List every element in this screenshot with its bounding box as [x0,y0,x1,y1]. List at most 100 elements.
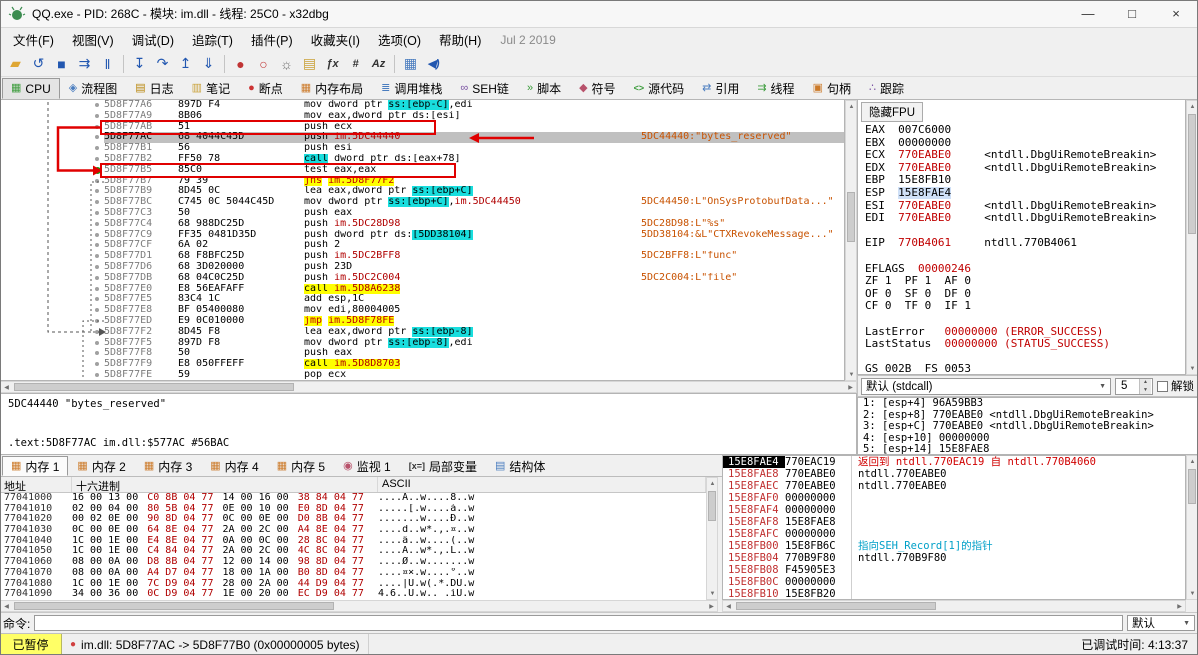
row-marker-icon[interactable] [95,189,99,194]
memory-map-icon[interactable]: ▦ [399,53,422,75]
disasm-row[interactable]: 5D8F77FE 59 pop ecx [1,369,844,380]
row-marker-icon[interactable] [95,221,99,226]
breakpoint-icon[interactable] [94,166,101,174]
row-marker-icon[interactable] [95,135,99,140]
row-marker-icon[interactable] [95,362,99,367]
tab-log[interactable]: ▤ 日志 [126,78,182,99]
tab-graph[interactable]: ◈ 流程图 [60,78,126,99]
command-syntax-select[interactable]: 默认 ▼ [1127,615,1195,631]
disasm-scrollbar-vertical[interactable]: ▲ ▼ [845,100,857,381]
row-marker-icon[interactable] [95,351,99,356]
stack-row[interactable]: 15E8FB08 F45905E3 [723,564,1185,576]
trace-into-icon[interactable]: ● [229,53,252,75]
tab-breakpoints[interactable]: ● 断点 [239,78,292,99]
row-marker-icon[interactable] [95,308,99,313]
disasm-row[interactable]: 5D8F77F2 8D45 F8 lea eax,dword ptr ss:[ebp… [1,326,844,338]
tab-locals[interactable]: [x=] 局部变量 [400,456,486,476]
argument-row[interactable]: 3: [esp+C] 770EABE0 <ntdll.DbgUiRemoteBr… [858,420,1197,433]
register-flags-1[interactable]: ZF 1 PF 1 AF 0 [858,275,1185,288]
scroll-thumb[interactable] [736,602,936,610]
dump-scrollbar-horizontal[interactable]: ◀ ▶ [0,600,718,612]
row-marker-icon[interactable] [95,264,99,269]
run-icon[interactable]: ⇉ [73,53,96,75]
tab-notes[interactable]: ▥ 笔记 [183,78,239,99]
tab-dump-1[interactable]: ▦ 内存 1 [2,456,69,476]
menu-item[interactable]: 文件(F) [4,27,63,52]
scroll-left-icon[interactable]: ◀ [1,382,12,393]
dump-rows[interactable]: 77041000 16 00 13 00 C0 8B 04 77 14 00 16 0… [0,493,706,600]
stack-row[interactable]: 15E8FB0C 00000000 [723,576,1185,588]
register-gap[interactable] [858,225,1185,238]
unlock-checkbox[interactable] [1157,380,1168,392]
register-ebp[interactable]: EBP 15E8FB10 [858,174,1185,187]
tab-call-stack[interactable]: ≣ 调用堆栈 [372,78,451,99]
hash-icon[interactable]: # [344,53,367,75]
hide-fpu-button[interactable]: 隐藏FPU [861,102,923,122]
register-eip[interactable]: EIP 770B4061 ntdll.770B4061 [858,237,1185,250]
close-button[interactable]: × [1154,0,1198,27]
scroll-down-icon[interactable]: ▼ [707,588,718,599]
stack-row[interactable]: 15E8FAF8 15E8FAE8 [723,516,1185,528]
dump-row[interactable]: 77041070 08 00 0A 00 A4 D7 04 77 18 00 1A 0… [0,567,706,579]
register-gap[interactable] [858,250,1185,263]
scroll-track[interactable] [707,489,717,588]
tab-dump-4[interactable]: ▦ 内存 4 [201,456,267,476]
tab-handles[interactable]: ▣ 句柄 [804,78,860,99]
register-gap[interactable] [858,313,1185,326]
tab-memory-map[interactable]: ▦ 内存布局 [292,78,372,99]
stop-icon[interactable]: ■ [50,53,73,75]
scroll-up-icon[interactable]: ▲ [846,101,857,112]
step-into-icon[interactable]: ↧ [128,53,151,75]
argument-row[interactable]: 5: [esp+14] 15E8FAE8 [858,443,1197,454]
scroll-up-icon[interactable]: ▲ [1187,456,1198,467]
row-marker-icon[interactable] [95,372,99,377]
disasm-row[interactable]: 5D8F77C4 68 988DC25D push im.5DC28D98 5DC28… [1,218,844,230]
tab-dump-2[interactable]: ▦ 内存 2 [68,456,134,476]
case-icon[interactable]: Az [367,53,390,75]
register-eax[interactable]: EAX 007C6000 [858,124,1185,137]
register-esp[interactable]: ESP 15E8FAE4 [858,186,1185,200]
scroll-up-icon[interactable]: ▲ [707,478,718,489]
scroll-thumb[interactable] [1188,469,1196,504]
scroll-thumb[interactable] [14,383,294,391]
dump-row[interactable]: 77041090 34 00 36 00 0C D9 04 77 1E 00 20 0… [0,588,706,600]
row-marker-icon[interactable] [95,210,99,215]
register-laststatus[interactable]: LastStatus 00000000 (STATUS_SUCCESS) [858,338,1185,351]
tab-watch-1[interactable]: ◉ 监视 1 [334,456,400,476]
stack-row[interactable]: 15E8FB04 770B9F80 ntdll.770B9F80 [723,552,1185,564]
menu-item[interactable]: 追踪(T) [183,27,242,52]
minimize-button[interactable]: — [1066,0,1110,27]
row-marker-icon[interactable] [95,243,99,248]
row-marker-icon[interactable] [95,297,99,302]
tab-symbols[interactable]: ◆ 符号 [570,78,624,99]
row-marker-icon[interactable] [95,340,99,345]
stack-row[interactable]: 15E8FAF0 00000000 [723,492,1185,504]
register-esi[interactable]: ESI 770EABE0 <ntdll.DbgUiRemoteBreakin> [858,200,1185,213]
stack-scrollbar-vertical[interactable]: ▲ ▼ [1186,455,1198,600]
settings-icon[interactable]: ☼ [275,53,298,75]
tab-dump-5[interactable]: ▦ 内存 5 [268,456,334,476]
argument-row[interactable]: 1: [esp+4] 96A59BB3 [858,398,1197,410]
register-flags-2[interactable]: OF 0 SF 0 DF 0 [858,288,1185,301]
register-eflags[interactable]: EFLAGS 00000246 [858,263,1185,276]
step-over-icon[interactable]: ↷ [151,53,174,75]
scroll-thumb[interactable] [708,491,716,521]
tab-trace[interactable]: ∴ 跟踪 [860,78,913,99]
trace-over-icon[interactable]: ○ [252,53,275,75]
scroll-track[interactable] [12,601,706,611]
menu-item[interactable]: 插件(P) [242,27,302,52]
scroll-track[interactable] [1187,467,1197,588]
register-edx[interactable]: EDX 770EABE0 <ntdll.DbgUiRemoteBreakin> [858,162,1185,175]
tab-references[interactable]: ⇄ 引用 [693,78,748,99]
arguments-pane[interactable]: 1: [esp+4] 96A59BB3 2: [esp+8] 770EABE0 <… [857,397,1198,455]
scroll-down-icon[interactable]: ▼ [846,369,857,380]
row-marker-icon[interactable] [95,146,99,151]
menu-item[interactable]: 选项(O) [369,27,430,52]
disasm-row[interactable]: 5D8F77B5 85C0 test eax,eax [1,164,844,176]
sound-icon[interactable]: ◀) [422,53,445,75]
scroll-right-icon[interactable]: ▶ [1174,601,1185,612]
disasm-row[interactable]: 5D8F77A9 8B06 mov eax,dword ptr ds:[esi] [1,110,844,122]
row-marker-icon[interactable] [95,329,99,334]
scroll-track[interactable] [1187,112,1197,363]
open-file-icon[interactable]: ▰ [4,53,27,75]
